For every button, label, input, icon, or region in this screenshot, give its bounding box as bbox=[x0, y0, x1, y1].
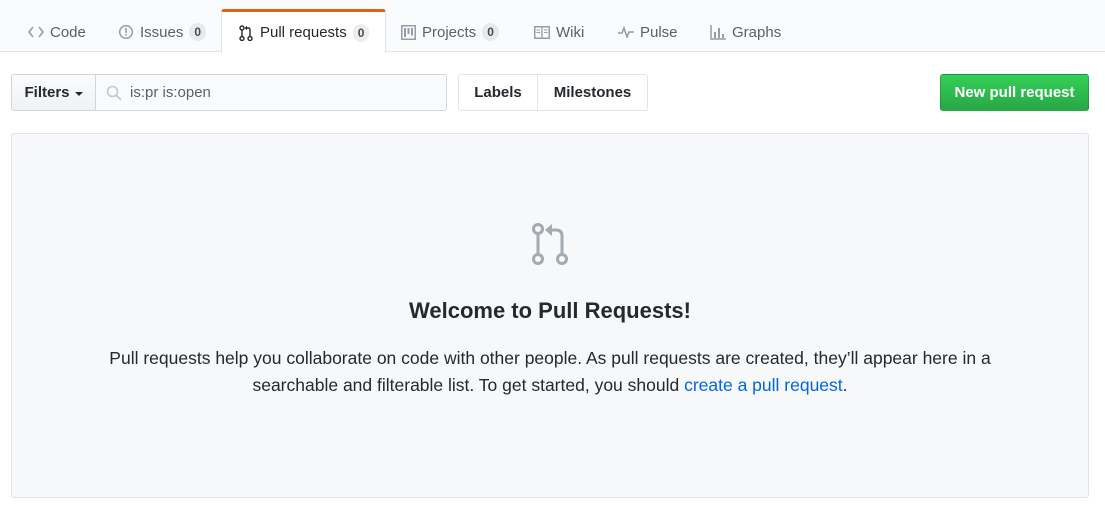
graph-icon bbox=[710, 24, 726, 40]
blankslate-text: Pull requests help you collaborate on co… bbox=[109, 348, 991, 395]
projects-counter: 0 bbox=[482, 23, 499, 41]
tab-graphs-label: Graphs bbox=[732, 23, 782, 41]
tab-pull-requests[interactable]: Pull requests 0 bbox=[221, 9, 387, 53]
blankslate-text-end: . bbox=[842, 375, 848, 395]
repo-nav-tabs: Code Issues 0 Pull requests 0 Projects 0 bbox=[0, 0, 1105, 53]
milestones-button[interactable]: Milestones bbox=[537, 74, 648, 111]
tab-issues-label: Issues bbox=[140, 23, 184, 41]
tab-wiki[interactable]: Wiki bbox=[517, 9, 601, 52]
issue-opened-icon bbox=[118, 24, 134, 40]
tab-pulse-label: Pulse bbox=[640, 23, 678, 41]
milestones-button-label: Milestones bbox=[553, 84, 632, 101]
search-icon bbox=[106, 85, 122, 101]
tab-wiki-label: Wiki bbox=[556, 23, 585, 41]
filters-label: Filters bbox=[24, 84, 70, 101]
new-pull-request-label: New pull request bbox=[954, 84, 1075, 101]
blankslate-description: Pull requests help you collaborate on co… bbox=[72, 345, 1028, 399]
git-pull-request-icon bbox=[238, 24, 254, 41]
tab-projects[interactable]: Projects 0 bbox=[383, 9, 516, 52]
search-field[interactable] bbox=[95, 74, 447, 111]
book-icon bbox=[534, 24, 550, 40]
tab-code[interactable]: Code bbox=[11, 9, 103, 52]
tab-graphs[interactable]: Graphs bbox=[693, 9, 798, 52]
project-icon bbox=[400, 24, 416, 40]
caret-down-icon bbox=[74, 91, 83, 96]
blankslate-title: Welcome to Pull Requests! bbox=[409, 298, 691, 323]
code-icon bbox=[28, 24, 44, 40]
new-pull-request-button[interactable]: New pull request bbox=[940, 74, 1089, 111]
pulse-icon bbox=[618, 24, 634, 40]
issues-counter: 0 bbox=[189, 23, 207, 41]
tab-pulse[interactable]: Pulse bbox=[601, 9, 695, 52]
create-pull-request-link[interactable]: create a pull request bbox=[684, 375, 843, 395]
tab-projects-label: Projects bbox=[422, 23, 477, 41]
pull-requests-counter: 0 bbox=[352, 23, 370, 42]
tab-code-label: Code bbox=[50, 23, 86, 41]
tab-issues[interactable]: Issues 0 bbox=[101, 9, 223, 52]
labels-button[interactable]: Labels bbox=[458, 74, 538, 111]
search-input[interactable] bbox=[130, 77, 430, 108]
git-pull-request-icon bbox=[532, 223, 568, 265]
filters-dropdown-button[interactable]: Filters bbox=[11, 74, 96, 111]
tab-pull-requests-label: Pull requests bbox=[260, 24, 347, 41]
blankslate: Welcome to Pull Requests! Pull requests … bbox=[11, 133, 1089, 498]
labels-button-label: Labels bbox=[474, 84, 522, 101]
